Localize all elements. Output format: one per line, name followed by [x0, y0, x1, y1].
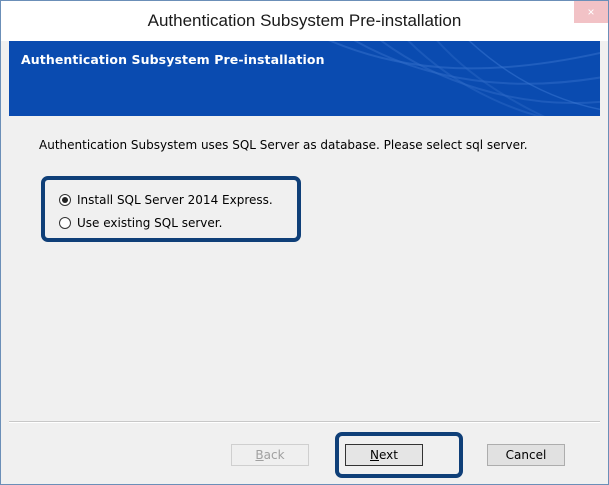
description-text: Authentication Subsystem uses SQL Server… — [39, 138, 528, 152]
next-button[interactable]: Next — [345, 444, 423, 466]
banner-title: Authentication Subsystem Pre-installatio… — [21, 52, 325, 67]
install-sql-express-label[interactable]: Install SQL Server 2014 Express. — [77, 193, 273, 207]
header-banner: Authentication Subsystem Pre-installatio… — [9, 41, 600, 116]
window-title: Authentication Subsystem Pre-installatio… — [147, 11, 462, 30]
install-sql-express-radio[interactable]: Install SQL Server 2014 Express. — [59, 191, 273, 209]
footer-separator — [9, 421, 600, 423]
next-label-rest: ext — [379, 448, 398, 462]
sql-server-option-group: Install SQL Server 2014 Express. Use exi… — [41, 176, 301, 242]
close-icon: × — [587, 5, 595, 19]
back-label-rest: ack — [263, 448, 285, 462]
use-existing-sql-label[interactable]: Use existing SQL server. — [77, 216, 222, 230]
title-bar[interactable]: Authentication Subsystem Pre-installatio… — [1, 1, 608, 41]
cancel-button[interactable]: Cancel — [487, 444, 565, 466]
next-mnemonic: N — [370, 448, 379, 462]
radio-checked-icon[interactable] — [59, 194, 71, 206]
use-existing-sql-radio[interactable]: Use existing SQL server. — [59, 214, 222, 232]
radio-unchecked-icon[interactable] — [59, 217, 71, 229]
installer-window: Authentication Subsystem Pre-installatio… — [0, 0, 609, 485]
dialog-client-area: Authentication Subsystem Pre-installatio… — [9, 41, 600, 478]
back-button[interactable]: Back — [231, 444, 309, 466]
back-mnemonic: B — [255, 448, 264, 462]
close-button[interactable]: × — [574, 1, 608, 23]
